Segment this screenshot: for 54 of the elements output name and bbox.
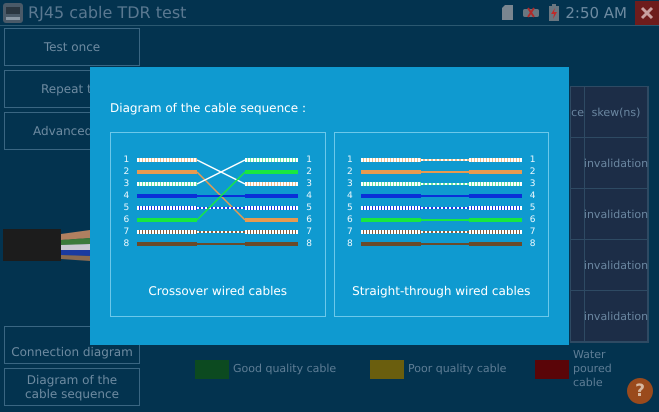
window-title: RJ45 cable TDR test [28,3,188,22]
table-cell: invalidation [585,189,648,240]
legend-label: Good quality cable [233,362,338,376]
pin-number: 8 [306,238,312,250]
pin-number: 3 [530,178,536,190]
pin-number: 8 [124,238,130,250]
pin-number: 8 [347,238,353,250]
pin-number: 4 [124,190,130,202]
close-button[interactable] [635,0,659,24]
pin-number: 7 [124,226,130,238]
pin-number: 2 [347,166,353,178]
diagram-caption: Straight-through wired cables [352,284,530,298]
pin-number: 5 [530,202,536,214]
pin-number: 6 [347,214,353,226]
pin-number: 5 [306,202,312,214]
side-button[interactable]: Test once [4,28,140,66]
pin-number: 8 [530,238,536,250]
help-button[interactable]: ? [627,378,653,404]
pin-number: 4 [530,190,536,202]
legend-label: Poor quality cable [408,362,508,376]
table-cell: invalidation [585,240,648,291]
pin-number: 3 [347,178,353,190]
network-error-icon [523,6,540,19]
pin-number: 7 [347,226,353,238]
pin-number: 2 [306,166,312,178]
pin-number: 6 [530,214,536,226]
pin-number: 1 [347,154,353,166]
app-icon [2,2,24,24]
column-header: skew(ns) [585,87,648,138]
pin-number: 7 [530,226,536,238]
side-button[interactable]: Diagram of the cable sequence [4,368,140,406]
pin-number: 2 [124,166,130,178]
pin-number: 4 [306,190,312,202]
pin-number: 7 [306,226,312,238]
battery-charging-icon [549,4,560,21]
pin-number: 6 [306,214,312,226]
close-icon [640,6,654,20]
pin-number: 1 [124,154,130,166]
pin-number: 4 [347,190,353,202]
sd-card-icon [502,5,514,20]
legend-label: Water poured cable [573,348,613,390]
table-cell: invalidation [585,138,648,189]
pin-number: 3 [306,178,312,190]
pin-number: 1 [530,154,536,166]
pin-number: 6 [124,214,130,226]
column-header: ce [571,87,585,138]
pin-number: 5 [124,202,130,214]
pin-number: 2 [530,166,536,178]
table-cell: invalidation [585,291,648,342]
clock-time: 2:50 AM [565,4,627,22]
pin-number: 5 [347,202,353,214]
diagram-caption: Crossover wired cables [148,284,288,298]
pin-number: 3 [124,178,130,190]
pin-number: 1 [306,154,312,166]
